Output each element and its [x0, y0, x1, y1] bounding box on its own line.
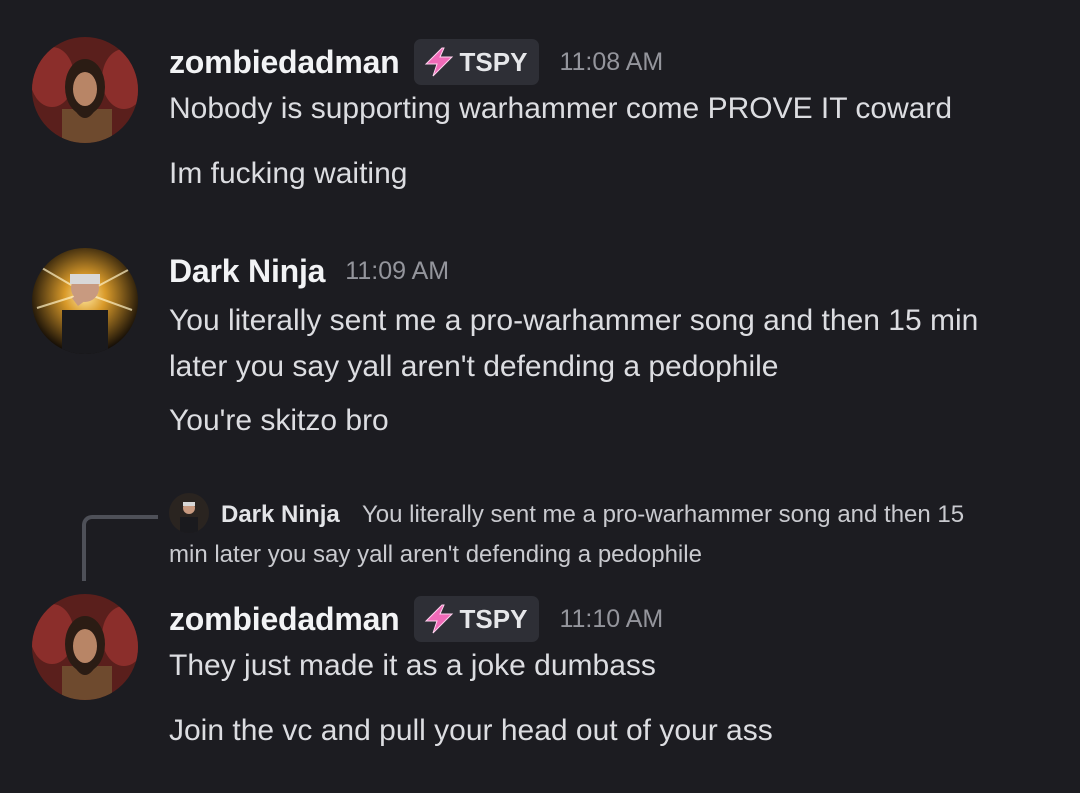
- server-tag[interactable]: TSPY: [413, 596, 540, 642]
- timestamp[interactable]: 11:10 AM: [559, 605, 663, 634]
- message-text: Join the vc and pull your head out of yo…: [169, 714, 773, 747]
- timestamp[interactable]: 11:09 AM: [345, 257, 449, 286]
- message-text: You literally sent me a pro-warhammer so…: [169, 304, 979, 337]
- reply-connector: [82, 515, 158, 581]
- lightning-bolt-icon: [424, 604, 453, 634]
- reply-username[interactable]: Dark Ninja: [221, 501, 340, 529]
- message-text: Im fucking waiting: [169, 157, 408, 190]
- timestamp[interactable]: 11:08 AM: [559, 48, 663, 77]
- reply-preview-text[interactable]: You literally sent me a pro-warhammer so…: [362, 501, 964, 529]
- message-text: You're skitzo bro: [169, 404, 389, 437]
- username[interactable]: zombiedadman: [169, 44, 400, 81]
- username[interactable]: Dark Ninja: [169, 253, 325, 290]
- reply-preview-text[interactable]: min later you say yall aren't defending …: [169, 541, 702, 569]
- server-tag[interactable]: TSPY: [413, 39, 540, 85]
- user-avatar[interactable]: [32, 37, 138, 143]
- message-header: Dark Ninja 11:09 AM: [169, 253, 449, 290]
- message-header: zombiedadman TSPY 11:08 AM: [169, 39, 663, 85]
- message-text: later you say yall aren't defending a pe…: [169, 350, 779, 383]
- user-avatar[interactable]: [32, 594, 138, 700]
- server-tag-label: TSPY: [459, 46, 528, 77]
- lightning-bolt-icon: [424, 47, 453, 77]
- message-text: Nobody is supporting warhammer come PROV…: [169, 92, 953, 125]
- reply-avatar[interactable]: [169, 493, 209, 533]
- username[interactable]: zombiedadman: [169, 601, 400, 638]
- message-header: zombiedadman TSPY 11:10 AM: [169, 596, 663, 642]
- user-avatar[interactable]: [32, 248, 138, 354]
- message-text: They just made it as a joke dumbass: [169, 649, 656, 682]
- server-tag-label: TSPY: [459, 603, 528, 634]
